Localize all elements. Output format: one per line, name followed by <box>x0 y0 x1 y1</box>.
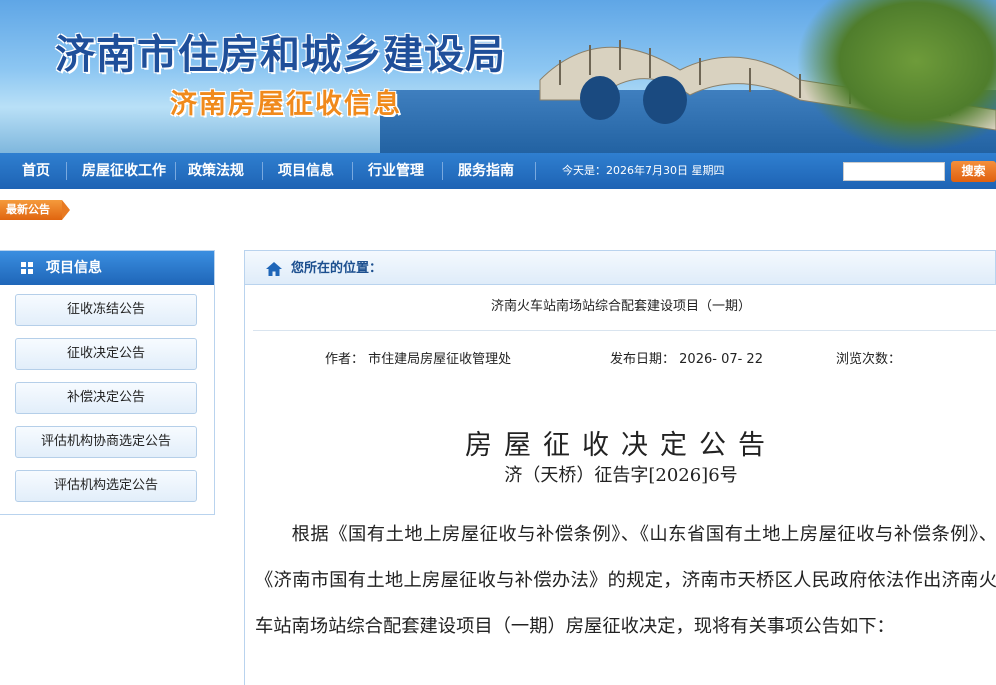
site-title: 济南市住房和城乡建设局 <box>55 32 506 78</box>
sidebar-item-freeze-notice[interactable]: 征收冻结公告 <box>15 294 197 326</box>
sidebar-item-appraisal-negotiation-notice[interactable]: 评估机构协商选定公告 <box>15 426 197 458</box>
nav-separator <box>442 162 443 180</box>
grid-icon <box>21 262 34 275</box>
nav-separator <box>175 162 176 180</box>
document-number: 济（天桥）征告字[2026]6号 <box>504 465 738 486</box>
author-label: 作者： <box>325 352 365 367</box>
nav-separator <box>262 162 263 180</box>
divider <box>253 330 996 331</box>
nav-item-policies[interactable]: 政策法规 <box>188 153 244 189</box>
sidebar-header: 项目信息 <box>0 251 214 285</box>
tab-arrow-icon <box>62 200 70 220</box>
nav-item-service-guide[interactable]: 服务指南 <box>458 153 514 189</box>
banner-trees <box>796 0 996 153</box>
nav-separator <box>352 162 353 180</box>
main-content: 您所在的位置： 济南火车站南场站综合配套建设项目（一期） 作者： 市住建局房屋征… <box>244 250 996 685</box>
nav-item-expropriation-work[interactable]: 房屋征收工作 <box>82 153 166 189</box>
nav-item-project-info[interactable]: 项目信息 <box>278 153 334 189</box>
publish-date-meta: 发布日期： 2026- 07- 22 <box>610 348 763 367</box>
publish-date-value: 2026- 07- 22 <box>679 352 763 367</box>
sidebar-item-decision-notice[interactable]: 征收决定公告 <box>15 338 197 370</box>
latest-announcement-label: 最新公告 <box>0 200 62 220</box>
sidebar-item-compensation-notice[interactable]: 补偿决定公告 <box>15 382 197 414</box>
nav-item-industry-management[interactable]: 行业管理 <box>368 153 424 189</box>
sidebar: 项目信息 征收冻结公告 征收决定公告 补偿决定公告 评估机构协商选定公告 评估机… <box>0 250 215 515</box>
view-count-meta: 浏览次数： <box>836 348 901 367</box>
project-title: 济南火车站南场站综合配套建设项目（一期） <box>490 299 751 314</box>
search-button[interactable]: 搜索 <box>951 161 996 182</box>
document-title: 房屋征收决定公告 <box>465 430 777 461</box>
view-count-label: 浏览次数： <box>836 352 902 367</box>
sidebar-title: 项目信息 <box>46 260 102 276</box>
site-subtitle: 济南房屋征收信息 <box>170 89 402 120</box>
publish-date-label: 发布日期： <box>610 352 676 367</box>
nav-separator <box>66 162 67 180</box>
breadcrumb-label: 您所在的位置： <box>291 261 383 276</box>
home-icon <box>266 262 282 276</box>
author-value: 市住建局房屋征收管理处 <box>368 352 512 367</box>
site-banner: 济南市住房和城乡建设局 济南房屋征收信息 <box>0 0 996 153</box>
main-nav: 首页 房屋征收工作 政策法规 项目信息 行业管理 服务指南 今天是：2026年7… <box>0 153 996 189</box>
document-body: 根据《国有土地上房屋征收与补偿条例》、《山东省国有土地上房屋征收与补偿条例》、《… <box>255 524 996 637</box>
current-date: 今天是：2026年7月30日 星期四 <box>562 164 725 177</box>
author-meta: 作者： 市住建局房屋征收管理处 <box>325 348 511 367</box>
breadcrumb: 您所在的位置： <box>245 250 996 285</box>
nav-separator <box>535 162 536 180</box>
nav-item-home[interactable]: 首页 <box>22 153 50 189</box>
sidebar-item-appraisal-selection-notice[interactable]: 评估机构选定公告 <box>15 470 197 502</box>
latest-announcement-tab[interactable]: 最新公告 <box>0 200 70 220</box>
search-input[interactable] <box>843 162 945 181</box>
